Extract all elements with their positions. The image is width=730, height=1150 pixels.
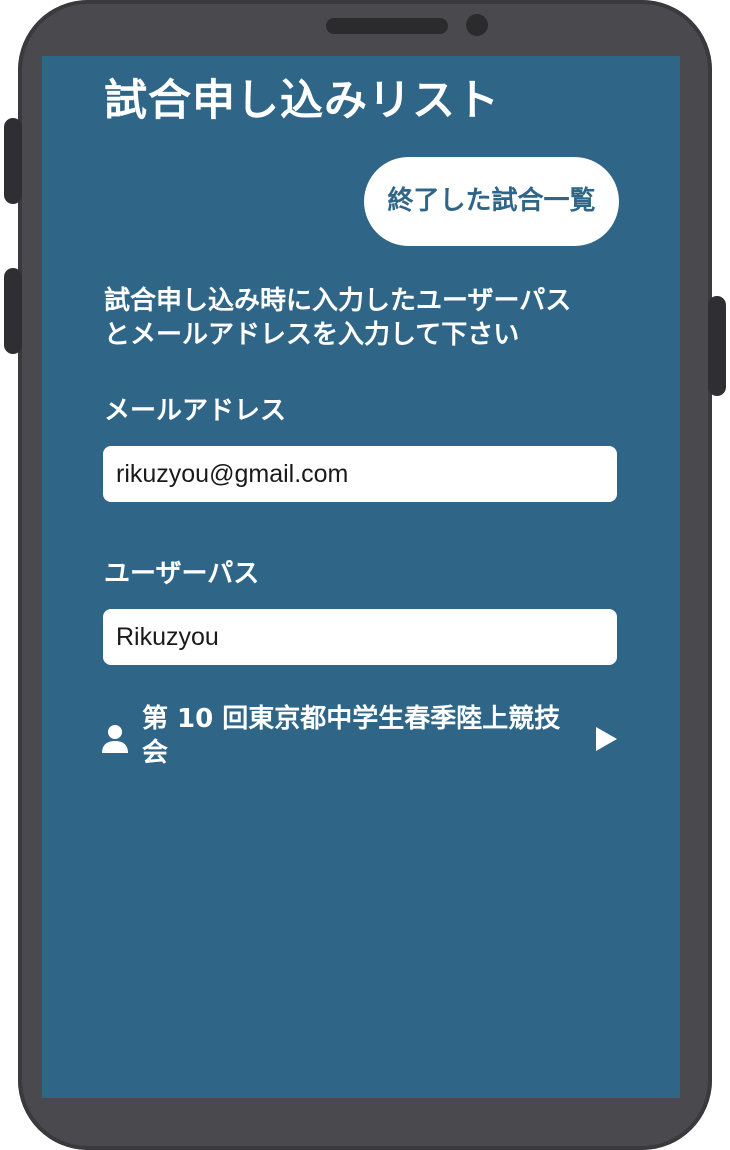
user-pass-field[interactable] <box>103 609 617 665</box>
tournament-name-line-2: 会 <box>142 738 169 768</box>
finished-matches-button[interactable]: 終了した試合一覧 <box>364 157 619 246</box>
volume-down-button <box>4 268 22 354</box>
instruction-line-2: とメールアドレスを入力して下さい <box>104 320 520 350</box>
app-screen: 試合申し込みリスト 終了した試合一覧 試合申し込み時に入力したユーザーパス とメ… <box>42 56 680 1098</box>
email-label: メールアドレス <box>104 396 287 426</box>
power-button <box>708 296 726 396</box>
tournament-name-line-1: 第 10 回東京都中学生春季陸上競技 <box>142 704 561 734</box>
instruction-text: 試合申し込み時に入力したユーザーパス とメールアドレスを入力して下さい <box>104 284 624 352</box>
tournament-name: 第 10 回東京都中学生春季陸上競技 会 <box>142 702 572 770</box>
front-camera <box>466 14 488 36</box>
tournament-list-item[interactable]: 第 10 回東京都中学生春季陸上競技 会 <box>98 698 628 778</box>
volume-up-button <box>4 118 22 204</box>
person-icon <box>102 725 128 753</box>
user-pass-label: ユーザーパス <box>104 559 260 589</box>
email-field[interactable] <box>103 446 617 502</box>
play-icon[interactable] <box>594 726 618 752</box>
speaker-grille <box>326 18 448 34</box>
instruction-line-1: 試合申し込み時に入力したユーザーパス <box>104 286 572 316</box>
page-title: 試合申し込みリスト <box>104 76 500 126</box>
